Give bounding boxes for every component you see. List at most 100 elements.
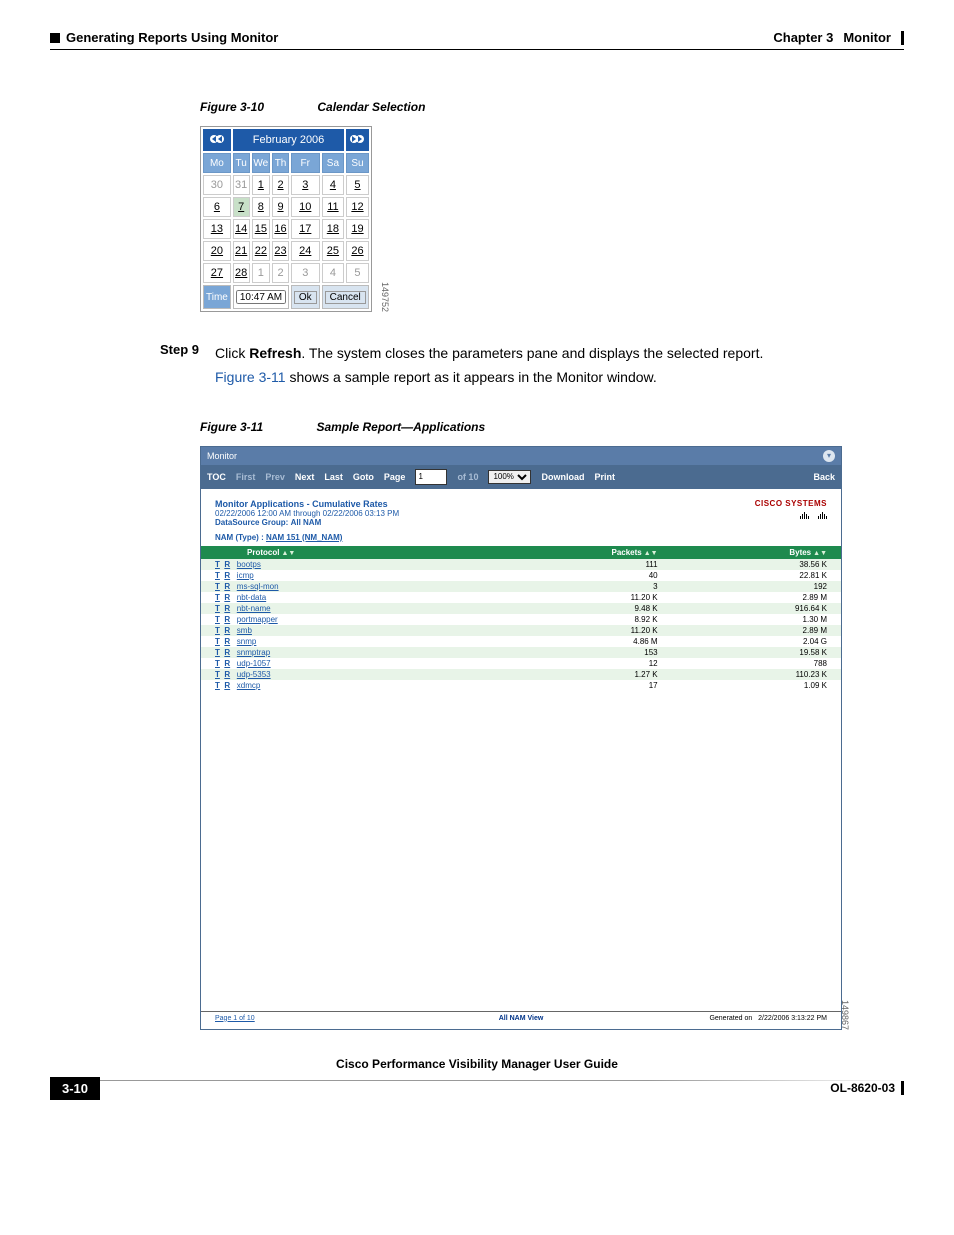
- calendar-day[interactable]: 14: [233, 219, 250, 239]
- calendar-dow: We: [252, 153, 271, 173]
- calendar-day[interactable]: 2: [272, 263, 289, 283]
- col-bytes[interactable]: Bytes: [789, 548, 811, 557]
- row-r-flag[interactable]: R: [224, 604, 230, 613]
- nam-link[interactable]: NAM 151 (NM_NAM): [266, 533, 342, 542]
- figure-3-11-link[interactable]: Figure 3-11: [215, 369, 286, 385]
- calendar-day[interactable]: 8: [252, 197, 271, 217]
- calendar-day[interactable]: 26: [346, 241, 369, 261]
- calendar-ok-button[interactable]: Ok: [291, 285, 320, 309]
- nav-page-input[interactable]: [415, 469, 447, 485]
- nav-next[interactable]: Next: [295, 472, 315, 482]
- protocol-link[interactable]: ms-sql-mon: [237, 582, 279, 591]
- calendar-day[interactable]: 2: [272, 175, 289, 195]
- sort-icon[interactable]: ▲▼: [281, 550, 295, 557]
- row-r-flag[interactable]: R: [224, 637, 230, 646]
- row-t-flag[interactable]: T: [215, 659, 220, 668]
- nav-toc[interactable]: TOC: [207, 472, 226, 482]
- protocol-link[interactable]: udp-1057: [237, 659, 271, 668]
- report-page-indicator[interactable]: Page 1 of 10: [215, 1015, 255, 1022]
- col-packets[interactable]: Packets: [612, 548, 642, 557]
- calendar-day[interactable]: 1: [252, 175, 271, 195]
- row-t-flag[interactable]: T: [215, 681, 220, 690]
- row-r-flag[interactable]: R: [224, 560, 230, 569]
- row-r-flag[interactable]: R: [224, 593, 230, 602]
- calendar-day[interactable]: 4: [322, 263, 345, 283]
- calendar-time-input[interactable]: [236, 290, 286, 304]
- protocol-link[interactable]: xdmcp: [237, 681, 261, 690]
- calendar-day[interactable]: 16: [272, 219, 289, 239]
- nav-download[interactable]: Download: [541, 472, 584, 482]
- row-r-flag[interactable]: R: [224, 659, 230, 668]
- nav-prev[interactable]: Prev: [265, 472, 285, 482]
- nav-print[interactable]: Print: [594, 472, 615, 482]
- row-r-flag[interactable]: R: [224, 582, 230, 591]
- calendar-day[interactable]: 12: [346, 197, 369, 217]
- row-t-flag[interactable]: T: [215, 560, 220, 569]
- col-protocol[interactable]: Protocol: [247, 548, 279, 557]
- row-t-flag[interactable]: T: [215, 571, 220, 580]
- protocol-link[interactable]: smb: [237, 626, 252, 635]
- chapter-title: Monitor: [843, 30, 891, 45]
- row-r-flag[interactable]: R: [224, 571, 230, 580]
- row-t-flag[interactable]: T: [215, 615, 220, 624]
- calendar-day[interactable]: 27: [203, 263, 231, 283]
- row-r-flag[interactable]: R: [224, 670, 230, 679]
- calendar-day[interactable]: 20: [203, 241, 231, 261]
- calendar-day[interactable]: 21: [233, 241, 250, 261]
- row-r-flag[interactable]: R: [224, 648, 230, 657]
- calendar-day[interactable]: 7: [233, 197, 250, 217]
- calendar-day[interactable]: 11: [322, 197, 345, 217]
- protocol-link[interactable]: snmp: [237, 637, 257, 646]
- calendar-day[interactable]: 18: [322, 219, 345, 239]
- protocol-link[interactable]: nbt-name: [237, 604, 271, 613]
- calendar-day[interactable]: 13: [203, 219, 231, 239]
- nav-goto[interactable]: Goto: [353, 472, 374, 482]
- calendar-day[interactable]: 6: [203, 197, 231, 217]
- calendar-day[interactable]: 15: [252, 219, 271, 239]
- cal-prev-year-icon[interactable]: [203, 129, 231, 151]
- nav-first[interactable]: First: [236, 472, 256, 482]
- nav-back[interactable]: Back: [813, 472, 835, 482]
- calendar-day[interactable]: 31: [233, 175, 250, 195]
- row-t-flag[interactable]: T: [215, 648, 220, 657]
- calendar-day[interactable]: 17: [291, 219, 320, 239]
- collapse-icon[interactable]: ▾: [823, 450, 835, 462]
- row-r-flag[interactable]: R: [224, 681, 230, 690]
- nav-zoom-select[interactable]: 100%: [488, 470, 531, 484]
- row-t-flag[interactable]: T: [215, 637, 220, 646]
- calendar-day[interactable]: 19: [346, 219, 369, 239]
- calendar-cancel-button[interactable]: Cancel: [322, 285, 369, 309]
- protocol-link[interactable]: udp-5353: [237, 670, 271, 679]
- protocol-link[interactable]: snmptrap: [237, 648, 270, 657]
- calendar-day[interactable]: 30: [203, 175, 231, 195]
- row-t-flag[interactable]: T: [215, 582, 220, 591]
- nav-last[interactable]: Last: [324, 472, 343, 482]
- row-t-flag[interactable]: T: [215, 593, 220, 602]
- calendar-day[interactable]: 28: [233, 263, 250, 283]
- protocol-link[interactable]: bootps: [237, 560, 261, 569]
- calendar-day[interactable]: 1: [252, 263, 271, 283]
- calendar-day[interactable]: 25: [322, 241, 345, 261]
- protocol-link[interactable]: nbt-data: [237, 593, 266, 602]
- row-r-flag[interactable]: R: [224, 615, 230, 624]
- row-t-flag[interactable]: T: [215, 670, 220, 679]
- calendar-day[interactable]: 4: [322, 175, 345, 195]
- protocol-link[interactable]: icmp: [237, 571, 254, 580]
- protocol-link[interactable]: portmapper: [237, 615, 278, 624]
- row-r-flag[interactable]: R: [224, 626, 230, 635]
- cal-next-year-icon[interactable]: [346, 129, 369, 151]
- calendar-day[interactable]: 10: [291, 197, 320, 217]
- sort-icon[interactable]: ▲▼: [644, 550, 658, 557]
- sort-icon[interactable]: ▲▼: [813, 550, 827, 557]
- calendar-day[interactable]: 9: [272, 197, 289, 217]
- calendar-day[interactable]: 5: [346, 263, 369, 283]
- calendar-day[interactable]: 3: [291, 263, 320, 283]
- calendar-day[interactable]: 5: [346, 175, 369, 195]
- row-t-flag[interactable]: T: [215, 626, 220, 635]
- calendar-day[interactable]: 22: [252, 241, 271, 261]
- calendar-day[interactable]: 3: [291, 175, 320, 195]
- calendar-day[interactable]: 24: [291, 241, 320, 261]
- row-t-flag[interactable]: T: [215, 604, 220, 613]
- table-row: T R nbt-name9.48 K916.64 K: [201, 603, 841, 614]
- calendar-day[interactable]: 23: [272, 241, 289, 261]
